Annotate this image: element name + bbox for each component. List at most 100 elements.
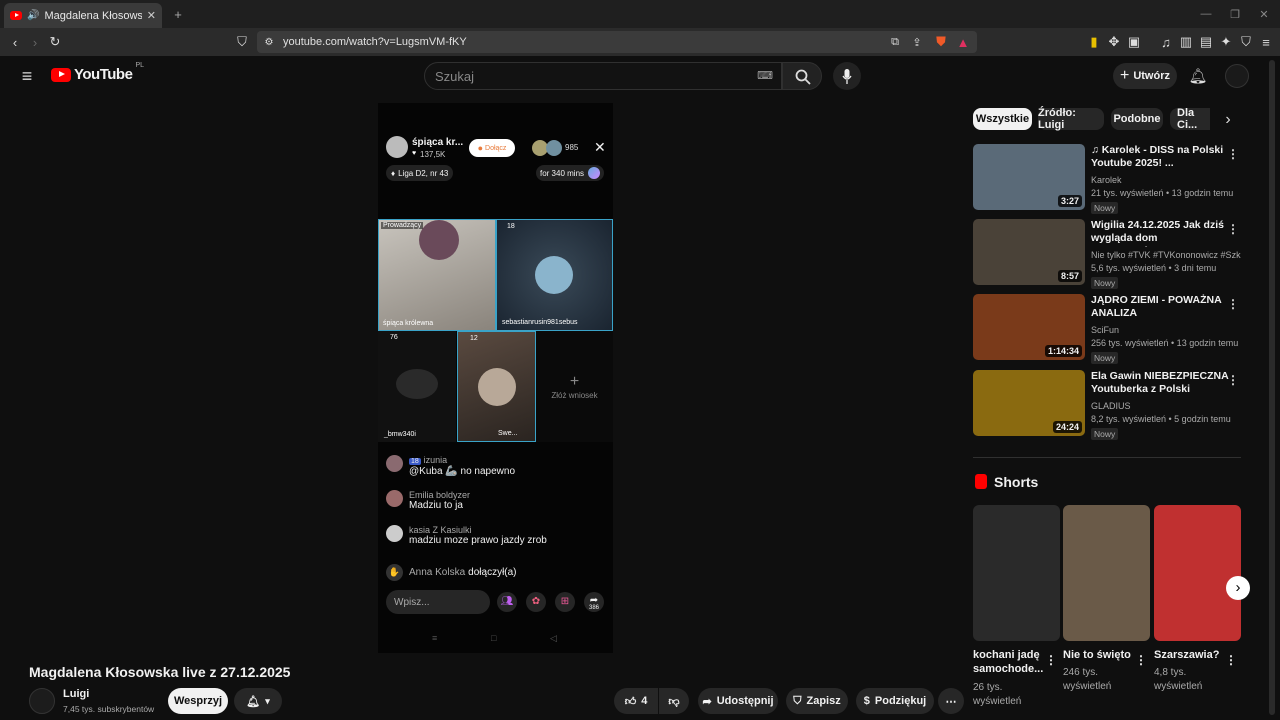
avatar — [386, 455, 403, 472]
back-icon[interactable]: ‹ — [6, 33, 24, 51]
more-actions-button[interactable]: ⋯ — [938, 688, 964, 714]
filter-chip-similar[interactable]: Podobne — [1111, 108, 1163, 130]
leo-ai-icon[interactable]: ✦ — [1218, 33, 1234, 51]
like-button[interactable]: 👍︎ 4 — [614, 688, 658, 714]
short-views: 26 tys. wyświetleń — [973, 682, 1022, 707]
guest-tile[interactable]: 76 _bmw340i — [378, 331, 456, 442]
voice-search-button[interactable] — [833, 62, 861, 90]
forward-icon[interactable]: › — [26, 33, 44, 51]
join-button[interactable]: ● Dołącz — [469, 139, 515, 157]
hamburger-menu-icon[interactable]: ≡ — [16, 66, 38, 86]
browser-tab[interactable]: 🔊 Magdalena Kłosowska live z 27.12.2025 … — [4, 3, 162, 28]
channel-name: SciFun — [1091, 325, 1120, 335]
thanks-button[interactable]: $ Podziękuj — [856, 688, 934, 714]
save-button[interactable]: ⛉ Zapisz — [786, 688, 848, 714]
maximize-button[interactable]: ❐ — [1225, 5, 1245, 23]
close-window-button[interactable]: ✕ — [1254, 5, 1274, 23]
video-meta: 21 tys. wyświetleń • 13 godzin temu — [1091, 188, 1234, 198]
avatar[interactable] — [1225, 64, 1249, 88]
filter-chip-all[interactable]: Wszystkie — [973, 108, 1032, 130]
recommended-video[interactable]: 8:57 Wigilia 24.12.2025 Jak dziś wygląda… — [973, 219, 1241, 289]
bookmark-icon[interactable]: ⛉ — [233, 33, 251, 51]
keyboard-icon[interactable]: ⌨ — [757, 69, 773, 82]
video-thumbnail[interactable]: 1:14:34 — [973, 294, 1085, 360]
open-external-icon[interactable]: ⧉ — [886, 33, 904, 51]
chat-message: Emilia boldyzer Madziu to ja — [386, 490, 611, 511]
menu-icon[interactable]: ≡ — [1258, 33, 1274, 51]
phone-home-icon: □ — [491, 633, 497, 643]
more-vert-icon[interactable]: ⋮ — [1227, 297, 1239, 311]
more-vert-icon[interactable]: ⋮ — [1227, 222, 1239, 236]
notifications-bell-icon[interactable]: 🔔︎ — [1188, 66, 1208, 86]
site-settings-icon[interactable]: ⚙ — [262, 33, 276, 51]
host-avatar — [386, 136, 408, 158]
guest-tile-host[interactable]: Prowadzący śpiąca królewna — [378, 219, 496, 331]
create-button[interactable]: + Utwórz — [1113, 63, 1177, 89]
chevron-right-icon[interactable]: › — [1219, 111, 1237, 129]
dislike-button[interactable]: 👎︎ — [659, 688, 689, 714]
recommended-video[interactable]: 24:24 Ela Gawin NIEBEZPIECZNA Youtuberka… — [973, 370, 1241, 440]
short-thumbnail[interactable] — [1154, 505, 1241, 641]
close-tab-icon[interactable]: ✕ — [147, 9, 156, 22]
short-thumbnail[interactable] — [1063, 505, 1150, 641]
more-vert-icon[interactable]: ⋮ — [1227, 147, 1239, 161]
more-vert-icon[interactable]: ⋮ — [1045, 653, 1057, 667]
share-page-icon[interactable]: ⇪ — [908, 33, 926, 51]
speaker-icon: 🔊 — [27, 10, 40, 21]
video-title: JĄDRO ZIEMI - POWAŻNA ANALIZA — [1091, 294, 1222, 319]
channel-avatar[interactable] — [29, 688, 55, 714]
gift-icon[interactable]: ⊞ — [555, 592, 575, 612]
chat-input[interactable]: Wpisz... — [386, 590, 490, 614]
recommended-video[interactable]: 1:14:34 JĄDRO ZIEMI - POWAŻNA ANALIZA Sc… — [973, 294, 1241, 364]
brave-shield-icon[interactable]: ⛊ — [932, 33, 950, 51]
sidebar-toggle-icon[interactable]: ▥ — [1178, 33, 1194, 51]
guests-icon[interactable]: 👥︎ — [497, 592, 517, 612]
more-vert-icon[interactable]: ⋮ — [1227, 373, 1239, 387]
league-pill[interactable]: ♦ Liga D2, nr 43 — [386, 165, 454, 181]
video-thumbnail[interactable]: 24:24 — [973, 370, 1085, 436]
search-input[interactable]: Szukaj ⌨ — [424, 62, 782, 90]
share-button[interactable]: ➦ Udostępnij — [698, 688, 778, 714]
rose-icon[interactable]: ✿ — [526, 592, 546, 612]
search-button[interactable] — [782, 62, 822, 90]
extension-1-icon[interactable]: ▮ — [1086, 33, 1102, 51]
new-tab-button[interactable]: + — [170, 5, 186, 23]
guest-tile[interactable]: 18 sebastianrusin981sebus — [496, 219, 613, 331]
channel-name[interactable]: Luigi — [63, 688, 89, 700]
tile-viewer-count: 12 — [470, 335, 478, 342]
close-live-icon[interactable]: ✕ — [594, 139, 606, 156]
more-vert-icon[interactable]: ⋮ — [1135, 653, 1147, 667]
reload-icon[interactable]: ↻ — [46, 33, 64, 51]
recommended-video[interactable]: 3:27 ♫ Karolek - DISS na Polski Youtube … — [973, 144, 1241, 214]
shorts-next-button[interactable]: › — [1226, 576, 1250, 600]
guest-tile[interactable]: 12 Swe... — [457, 331, 536, 442]
host-likes: 137,5K — [420, 150, 446, 159]
vpn-icon[interactable]: ⛉ — [1238, 33, 1254, 51]
request-slot[interactable]: + Złóż wniosek — [536, 331, 613, 442]
video-thumbnail[interactable]: 8:57 — [973, 219, 1085, 285]
thumbs-down-icon: 👎︎ — [668, 695, 680, 708]
extensions-icon[interactable]: ✥ — [1106, 33, 1122, 51]
viewer-avatar — [546, 140, 562, 156]
extension-2-icon[interactable]: ▣ — [1126, 33, 1142, 51]
support-button[interactable]: Wesprzyj — [168, 688, 228, 714]
guest-video — [396, 369, 438, 399]
minimize-button[interactable]: — — [1196, 5, 1216, 23]
filter-chip-for-you[interactable]: Dla Ci... — [1170, 108, 1210, 130]
page-scrollbar[interactable] — [1269, 60, 1275, 715]
more-vert-icon[interactable]: ⋮ — [1225, 653, 1237, 667]
shorts-icon — [975, 474, 987, 489]
chat-text: @Kuba 🦾 no napewno — [409, 466, 516, 477]
share-count: 386 — [589, 605, 600, 611]
youtube-logo[interactable]: YouTube PL — [51, 62, 144, 83]
music-icon[interactable]: ♫ — [1158, 33, 1174, 51]
video-thumbnail[interactable]: 3:27 — [973, 144, 1085, 210]
short-thumbnail[interactable] — [973, 505, 1060, 641]
diamond-icon: ♦ — [391, 168, 396, 178]
filter-chip-source[interactable]: Źródło: Luigi — [1038, 107, 1104, 131]
subscription-bell-button[interactable]: 🔔︎ ▾ — [234, 688, 282, 714]
address-field[interactable]: youtube.com/watch?v=LugsmVM-fKY — [257, 31, 977, 53]
brave-rewards-icon[interactable]: ▲ — [954, 33, 972, 51]
wallet-icon[interactable]: ▤ — [1198, 33, 1214, 51]
video-player[interactable]: śpiąca kr... ♥ 137,5K ● Dołącz 985 ✕ ♦ L… — [378, 103, 613, 653]
